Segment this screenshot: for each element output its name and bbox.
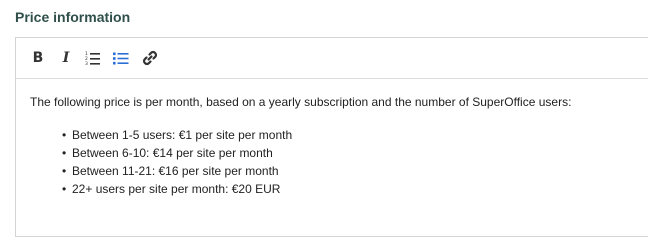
svg-text:3: 3 [85,61,88,65]
list-item-text: 22+ users per site per month: €20 EUR [72,182,281,196]
bullet-icon: • [62,164,67,178]
editor-content[interactable]: The following price is per month, based … [30,93,648,196]
unordered-list-button[interactable] [111,48,131,68]
ordered-list-icon: 1 2 3 [85,51,100,65]
list-item: • Between 11-21: €16 per site per month [62,162,292,180]
list-item: • 22+ users per site per month: €20 EUR [62,180,292,198]
italic-icon: I [62,50,70,66]
bullet-icon: • [62,128,67,142]
section-title: Price information [15,9,131,25]
list-item-text: Between 11-21: €16 per site per month [72,164,279,178]
bold-button[interactable]: B [28,48,48,68]
italic-button[interactable]: I [56,48,76,68]
rich-text-editor[interactable]: B I 1 2 3 The following price is per mon… [15,37,648,237]
link-icon [142,50,158,66]
list-item: • Between 1-5 users: €1 per site per mont… [62,126,292,144]
editor-toolbar: B I 1 2 3 [16,38,648,79]
list-item-text: Between 1-5 users: €1 per site per month [72,128,293,142]
intro-paragraph: The following price is per month, based … [30,95,572,109]
link-button[interactable] [140,48,160,68]
bold-icon: B [32,50,44,66]
list-item-text: Between 6-10: €14 per site per month [72,146,273,160]
unordered-list-icon [113,52,129,65]
bullet-icon: • [62,146,67,160]
price-bullet-list: • Between 1-5 users: €1 per site per mont… [62,126,292,198]
ordered-list-button[interactable]: 1 2 3 [83,48,103,68]
bullet-icon: • [62,182,67,196]
list-item: • Between 6-10: €14 per site per month [62,144,292,162]
